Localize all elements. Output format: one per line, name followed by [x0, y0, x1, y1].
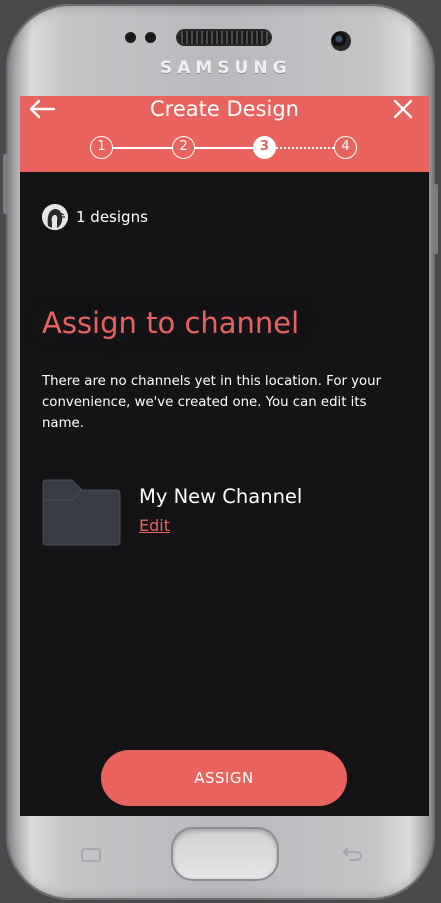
step-connector	[195, 147, 253, 149]
page-title: Create Design	[150, 97, 299, 121]
header-bar: Create Design 1 2 3 4	[20, 96, 429, 172]
edit-channel-link[interactable]: Edit	[139, 516, 170, 535]
volume-key	[3, 154, 8, 214]
close-icon	[393, 99, 413, 119]
proximity-sensor	[125, 32, 136, 43]
assign-button[interactable]: ASSIGN	[101, 750, 347, 806]
arrow-left-icon	[29, 99, 56, 119]
light-sensor	[145, 32, 156, 43]
step-4: 4	[334, 136, 357, 159]
step-1: 1	[90, 136, 113, 159]
app-screen: Create Design 1 2 3 4 1 designs Assign t…	[20, 96, 429, 816]
power-key	[433, 184, 438, 254]
step-connector	[113, 147, 172, 149]
home-button[interactable]	[173, 829, 277, 879]
info-text: There are no channels yet in this locati…	[42, 374, 382, 431]
step-3-current: 3	[253, 136, 276, 159]
step-2: 2	[172, 136, 195, 159]
design-thumbnail-icon	[42, 204, 68, 230]
brand-logo: SAMSUNG	[160, 58, 292, 78]
back-key	[340, 845, 364, 869]
step-indicator: 1 2 3 4	[90, 136, 360, 160]
folder-icon	[42, 478, 122, 546]
close-button[interactable]	[390, 96, 416, 122]
recent-apps-key	[80, 845, 102, 869]
back-button[interactable]	[28, 98, 56, 120]
earpiece-speaker	[178, 31, 270, 44]
designs-summary: 1 designs	[42, 204, 148, 230]
channel-name: My New Channel	[139, 485, 303, 508]
designs-count: 1 designs	[76, 208, 148, 226]
front-camera	[331, 31, 351, 51]
step-connector-pending	[276, 147, 334, 149]
section-heading: Assign to channel	[42, 306, 300, 340]
